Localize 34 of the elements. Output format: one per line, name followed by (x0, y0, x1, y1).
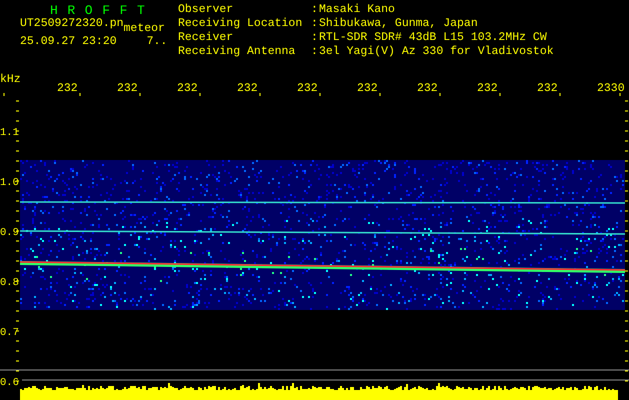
info-label: Receiving Location (178, 18, 304, 32)
info-label: Receiving Antenna (178, 46, 296, 60)
timestamp: 25.09.27 23:20 (20, 36, 117, 48)
info-value: RTL-SDR SDR# 43dB L15 103.2MHz CW (319, 32, 548, 46)
frequency-label: 232 (357, 82, 378, 95)
frequency-label: 232 (117, 82, 138, 95)
offset-label: 0.7 (0, 327, 19, 339)
frequency-label: 232 (57, 82, 78, 95)
offset-label: 0.8 (0, 277, 19, 289)
separator: : (311, 18, 319, 32)
unit-label: kHz (0, 73, 21, 86)
info-value: 3el Yagi(V) Az 330 for Vladivostok (319, 46, 554, 60)
offset-label: 0.9 (0, 227, 19, 239)
frequency-label: 232 (417, 82, 438, 95)
mode-label: meteor (124, 23, 165, 35)
frequency-label: 232 (297, 82, 318, 95)
offset-label: 0.6 (0, 377, 19, 389)
offset-label: 1.1 (0, 127, 19, 139)
frequency-label: 232 (177, 82, 198, 95)
frequency-label: 232 (537, 82, 558, 95)
frequency-label: 232 (237, 82, 258, 95)
count-label: 7.. (146, 36, 168, 48)
info-value: Shibukawa, Gunma, Japan (319, 18, 479, 32)
info-label: Receiver (178, 32, 234, 46)
offset-label: 1.0 (0, 177, 19, 189)
separator: : (311, 46, 319, 60)
frequency-label: 2330 (597, 82, 625, 95)
separator: : (311, 32, 319, 46)
frequency-label: 232 (477, 82, 498, 95)
info-value: Masaki Kano (319, 4, 396, 18)
file-name: UT2509272320.pn (20, 18, 124, 30)
separator: : (311, 4, 319, 18)
info-label: Observer (178, 4, 234, 18)
app-title: HROFFT (49, 4, 154, 17)
